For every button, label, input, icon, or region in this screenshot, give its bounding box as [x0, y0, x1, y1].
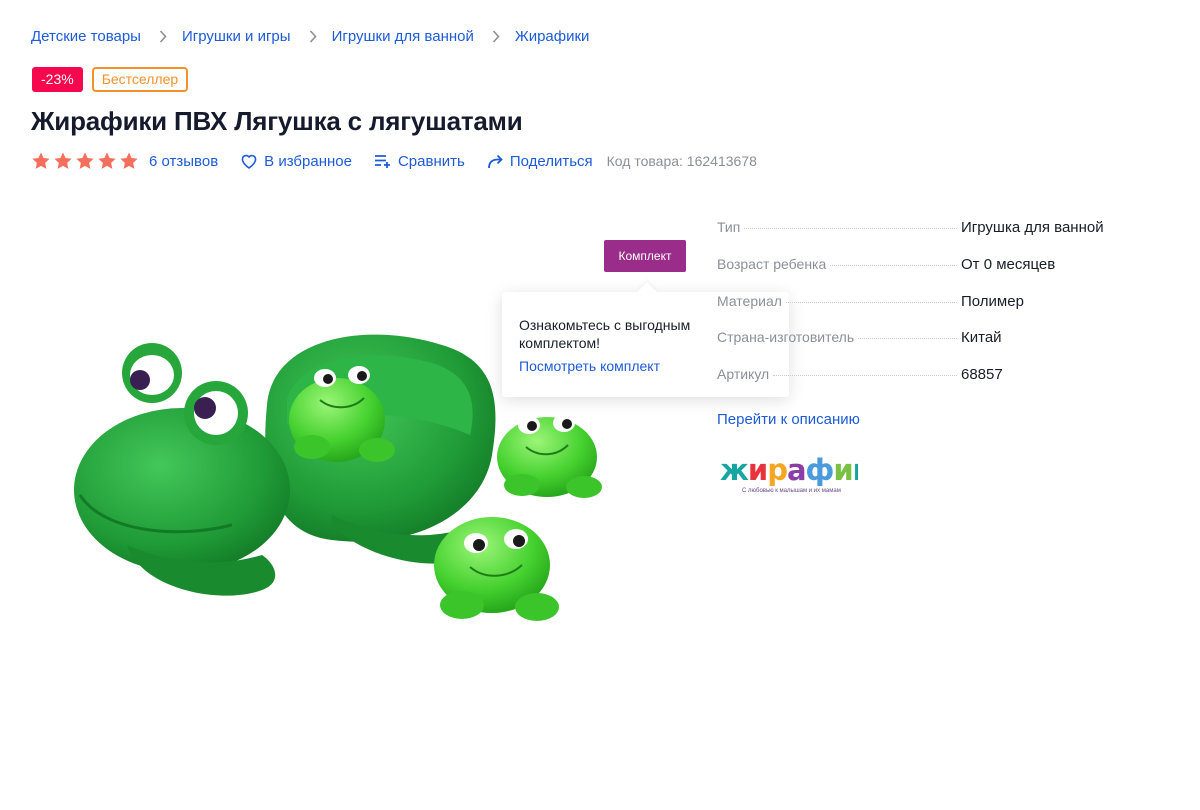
spec-name: Артикул	[717, 366, 770, 383]
breadcrumb-link-toys-games[interactable]: Игрушки и игры	[182, 28, 291, 45]
product-meta-row: 6 отзывов В избранное Сравнить Поделитьс…	[31, 150, 757, 172]
heart-icon	[241, 154, 257, 169]
spec-row: Материал Полимер	[717, 293, 1157, 330]
spec-dots	[785, 301, 957, 303]
compare-button[interactable]: Сравнить	[374, 153, 465, 170]
spec-name: Страна-изготовитель	[717, 329, 855, 346]
spec-value: Игрушка для ванной	[961, 219, 1104, 236]
compare-label: Сравнить	[397, 152, 465, 170]
star-icon	[32, 152, 50, 169]
spec-row: Артикул 68857	[717, 366, 1157, 403]
spec-name: Возраст ребенка	[717, 255, 827, 272]
share-button[interactable]: Поделиться	[487, 153, 593, 170]
chevron-right-icon	[153, 27, 173, 45]
reviews-link[interactable]: 6 отзывов	[149, 153, 218, 170]
product-sku: Код товара: 162413678	[606, 153, 757, 169]
spec-value: 68857	[961, 366, 1003, 384]
spec-row: Страна-изготовитель Китай	[717, 329, 1157, 366]
spec-value: Полимер	[961, 292, 1024, 310]
spec-list: Тип Игрушка для ванной Возраст ребенка О…	[717, 219, 1157, 403]
spec-name: Материал	[717, 292, 782, 309]
spec-dots	[830, 264, 957, 266]
breadcrumb-link-kids-goods[interactable]: Детские товары	[31, 28, 141, 45]
compare-list-icon	[374, 155, 390, 168]
favorites-label: В избранное	[264, 152, 352, 170]
spec-dots	[858, 338, 957, 340]
kit-button[interactable]: Комплект	[604, 240, 686, 272]
spec-row: Возраст ребенка От 0 месяцев	[717, 256, 1157, 293]
view-kit-link[interactable]: Посмотреть комплект	[519, 358, 660, 374]
discount-badge: -23%	[32, 67, 83, 92]
chevron-right-icon	[486, 27, 506, 45]
product-badges: -23% Бестселлер	[32, 67, 189, 92]
star-icon	[98, 152, 116, 169]
breadcrumb-link-bath-toys[interactable]: Игрушки для ванной	[332, 28, 474, 45]
product-image[interactable]	[32, 195, 692, 710]
share-label: Поделиться	[509, 152, 593, 170]
breadcrumb-link-zhirafiki[interactable]: Жирафики	[515, 28, 590, 45]
star-icon	[54, 152, 72, 169]
spec-row: Тип Игрушка для ванной	[717, 219, 1157, 256]
bestseller-badge: Бестселлер	[91, 67, 189, 92]
spec-value: От 0 месяцев	[961, 255, 1056, 273]
spec-value: Китай	[961, 329, 1002, 347]
add-to-favorites-button[interactable]: В избранное	[240, 153, 352, 170]
breadcrumb: Детские товары Игрушки и игры Игрушки дл…	[31, 27, 589, 45]
chevron-right-icon	[303, 27, 323, 45]
svg-text:жирафики: жирафики	[720, 453, 858, 487]
share-arrow-icon	[487, 154, 503, 169]
spec-dots	[744, 228, 957, 229]
spec-name: Тип	[717, 219, 741, 235]
star-icon	[76, 152, 94, 169]
star-icon	[120, 152, 138, 169]
brand-logo[interactable]: жирафики С любовью к малышам и их мамам	[718, 453, 858, 499]
svg-text:С любовью к малышам и их мамам: С любовью к малышам и их мамам	[742, 488, 841, 494]
go-to-description-link[interactable]: Перейти к описанию	[717, 411, 860, 428]
rating-stars[interactable]	[31, 151, 139, 171]
product-title: Жирафики ПВХ Лягушка с лягушатами	[31, 106, 523, 136]
popover-text: Ознакомьтесь с выгодным комплектом!	[519, 317, 691, 351]
spec-dots	[773, 375, 957, 377]
